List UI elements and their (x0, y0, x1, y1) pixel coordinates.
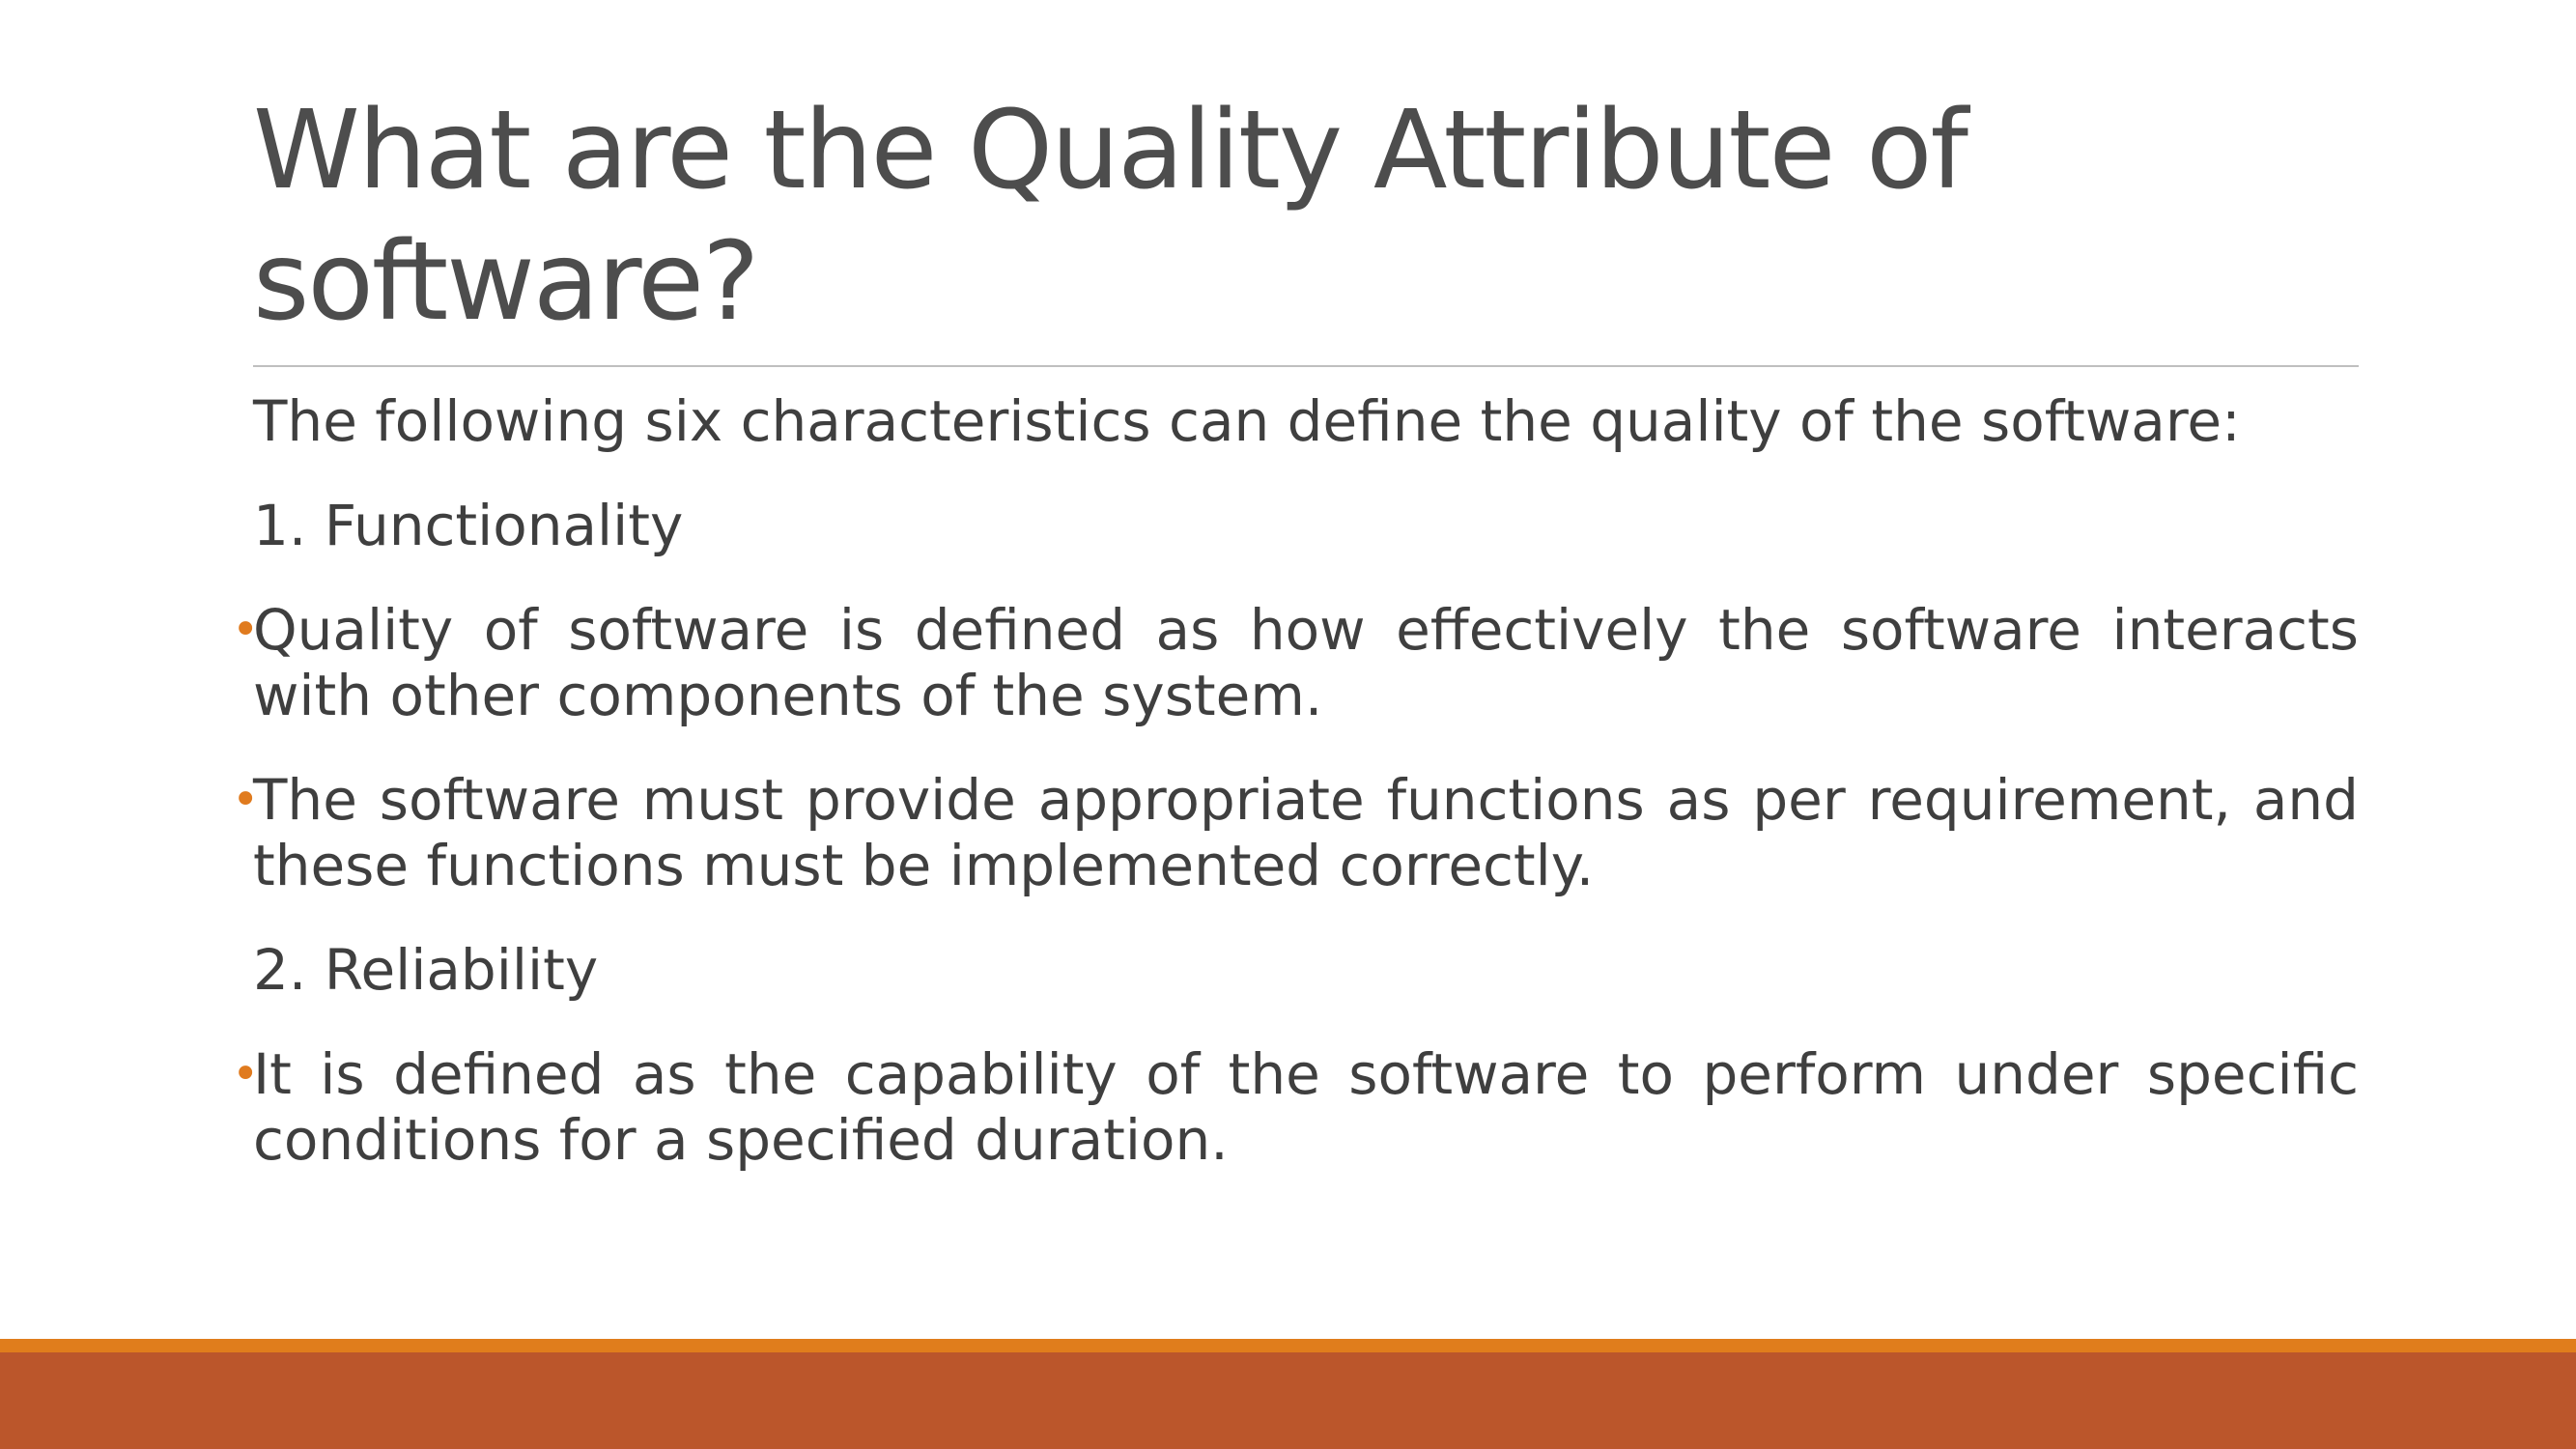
bullet-item: • Quality of software is defined as how … (232, 597, 2359, 728)
section-heading-reliability: 2. Reliability (253, 937, 599, 1003)
slide: What are the Quality Attribute of softwa… (0, 0, 2576, 1449)
bullet-icon: • (232, 773, 260, 827)
bullet-item: • The software must provide appropriate … (232, 767, 2359, 898)
bullet-text: The software must provide appropriate fu… (253, 767, 2359, 898)
intro-text: The following six characteristics can de… (253, 388, 2241, 454)
title-divider (253, 365, 2359, 367)
bullet-text: Quality of software is defined as how ef… (253, 597, 2359, 728)
bullet-text: It is defined as the capability of the s… (253, 1041, 2359, 1173)
section-heading-functionality: 1. Functionality (253, 493, 684, 558)
bullet-icon: • (232, 1047, 260, 1101)
slide-body: The following six characteristics can de… (232, 388, 2359, 1211)
bullet-icon: • (232, 603, 260, 657)
footer-accent-stripe (0, 1339, 2576, 1352)
footer-band (0, 1352, 2576, 1449)
bullet-item: • It is defined as the capability of the… (232, 1041, 2359, 1173)
slide-title: What are the Quality Attribute of softwa… (253, 88, 1968, 345)
